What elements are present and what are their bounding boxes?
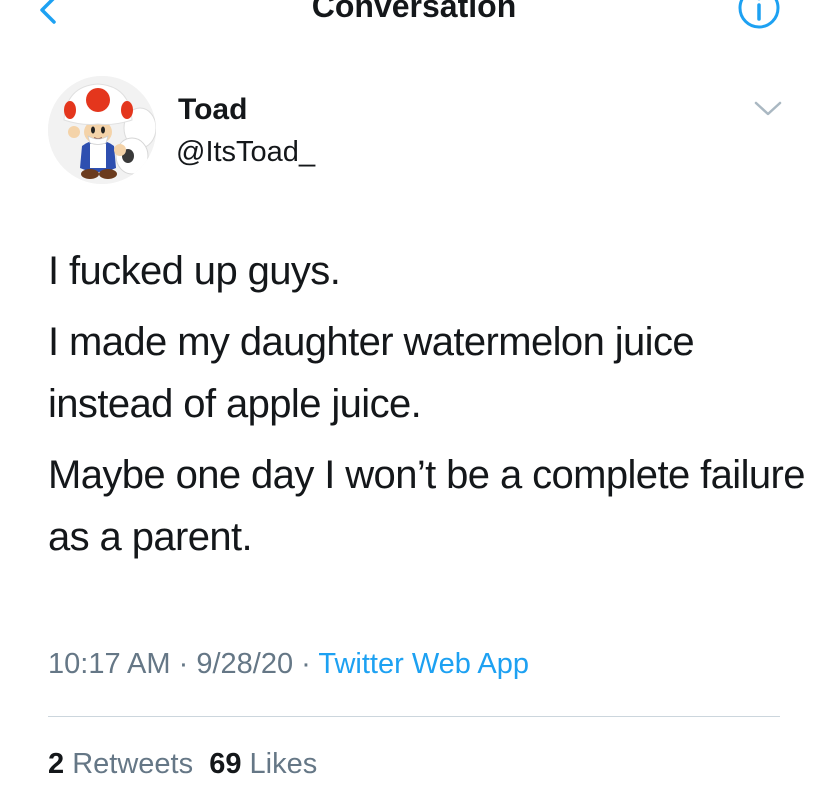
retweets-count: 2	[48, 748, 65, 780]
separator: ·	[301, 648, 311, 680]
chevron-down-icon	[754, 101, 782, 116]
likes-stat[interactable]: 69 Likes	[209, 748, 317, 780]
tweet-paragraph: Maybe one day I won’t be a complete fail…	[48, 453, 805, 559]
toad-avatar-icon	[48, 76, 156, 184]
tweet-options-button[interactable]	[752, 96, 784, 120]
tweet-date: 9/28/20	[196, 648, 294, 680]
avatar[interactable]	[48, 76, 156, 184]
info-button[interactable]	[737, 0, 781, 32]
author-display-name[interactable]: Toad	[178, 92, 247, 128]
tweet-time: 10:17 AM	[48, 648, 171, 680]
likes-count: 69	[209, 748, 242, 780]
likes-label: Likes	[249, 748, 318, 780]
separator: ·	[178, 648, 189, 680]
tweet-source-link[interactable]: Twitter Web App	[318, 648, 529, 680]
divider	[48, 716, 780, 717]
tweet-paragraph: I made my daughter watermelon juice inst…	[48, 320, 695, 426]
author-handle[interactable]: @ItsToad_	[176, 134, 315, 170]
page-title: Conversation	[311, 0, 517, 24]
tweet-stats: 2 Retweets 69 Likes	[48, 746, 317, 782]
tweet-paragraph: I fucked up guys.	[48, 249, 341, 293]
retweets-stat[interactable]: 2 Retweets	[48, 748, 193, 780]
tweet-metadata: 10:17 AM · 9/28/20 · Twitter Web App	[48, 646, 529, 682]
retweets-label: Retweets	[72, 748, 194, 780]
tweet-text: I fucked up guys. I made my daughter wat…	[48, 240, 808, 577]
info-icon	[738, 0, 780, 29]
